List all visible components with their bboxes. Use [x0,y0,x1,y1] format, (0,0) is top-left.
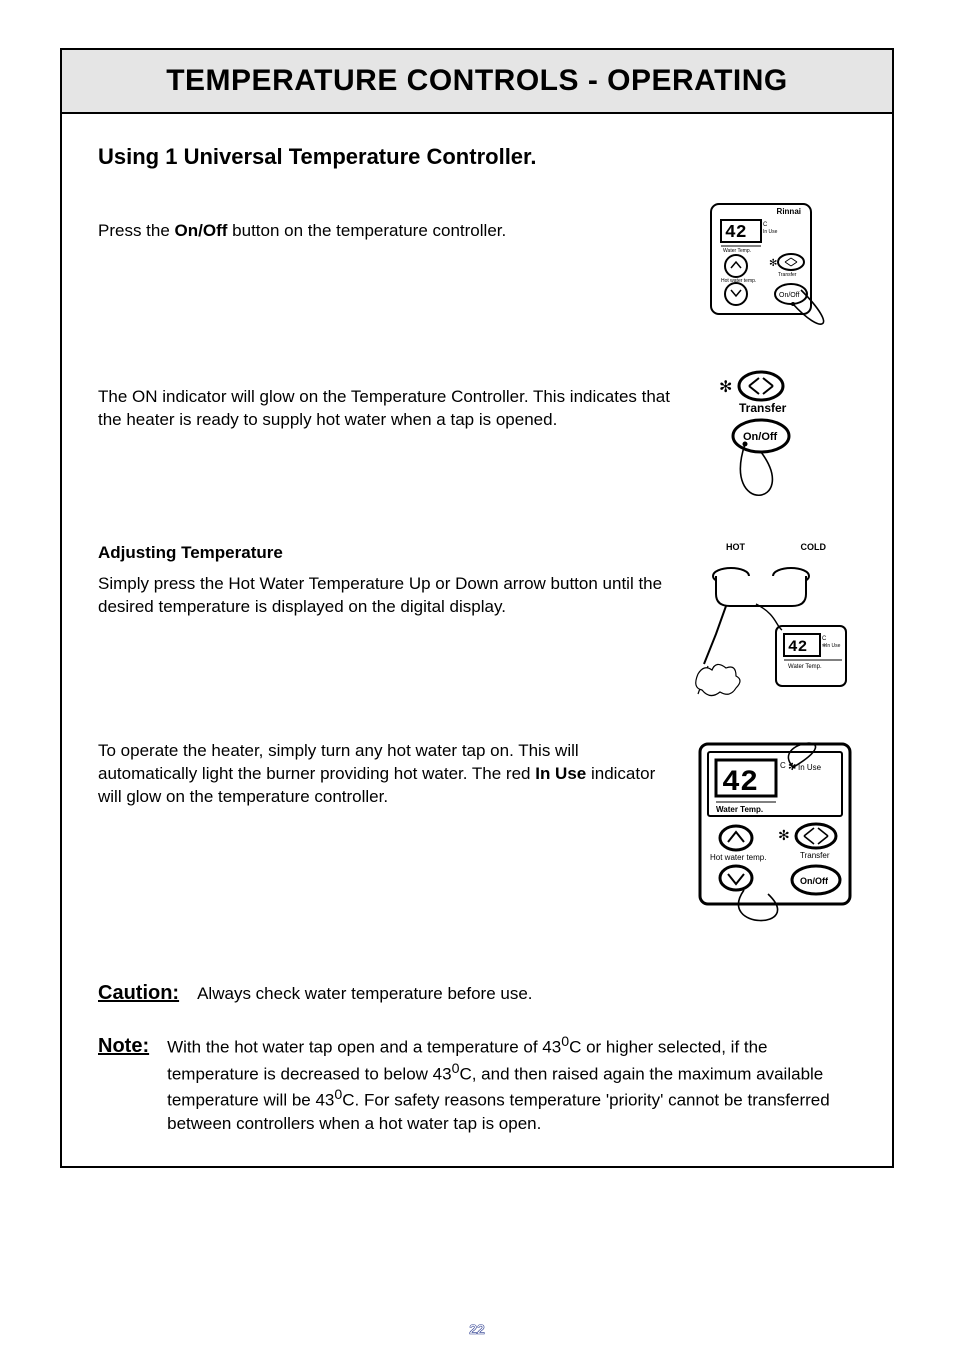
step-1-text: Press the On/Off button on the temperatu… [98,200,676,243]
step-4-bold: In Use [535,764,586,783]
step-4-text: To operate the heater, simply turn any h… [98,740,676,809]
step-1-post: button on the temperature controller. [227,221,506,240]
onoff-closeup-svg: ✻ Transfer On/Off [701,366,851,516]
step-4-a: To operate the heater, simply turn any h… [98,741,579,783]
step-4-row: To operate the heater, simply turn any h… [98,740,856,920]
cold-label: COLD [801,542,827,552]
caution-text: Always check water temperature before us… [197,980,532,1006]
svg-text:✻: ✻ [778,827,790,843]
page-frame: TEMPERATURE CONTROLS - OPERATING Using 1… [60,48,894,1168]
step-2-row: The ON indicator will glow on the Temper… [98,366,856,516]
hot-label: HOT [726,542,745,552]
svg-text:✻: ✻ [769,258,777,269]
lcd-temp-value: 42 [725,223,747,243]
step-1-row: Press the On/Off button on the temperatu… [98,200,856,340]
lcd-c-2: C [822,636,827,642]
step-3-body: Simply press the Hot Water Temperature U… [98,574,662,616]
onoff-label-1: On/Off [779,292,800,299]
svg-text:✻: ✻ [719,379,732,396]
lcd-c: C [763,222,768,228]
transfer-label-2: Transfer [739,401,787,415]
lcd-temp-value-3: 42 [722,766,758,800]
note-label: Note: [98,1033,149,1060]
transfer-3: Transfer [800,851,830,860]
subtitle: Using 1 Universal Temperature Controller… [98,144,856,170]
step-3-diagram: HOT COLD [696,542,856,714]
caution-row: Caution: Always check water temperature … [98,980,856,1007]
transfer-label-1: Transfer [778,272,797,278]
hwt-label: Hot water temp. [721,278,756,284]
water-temp-2: Water Temp. [788,664,822,670]
step-2-diagram: ✻ Transfer On/Off [696,366,856,516]
controller-full-svg: Rinnai 42 C In Use Water Temp. Hot w [701,200,851,340]
step-2-text: The ON indicator will glow on the Temper… [98,366,676,432]
step-4-diagram: 42 C ✻ In Use Water Temp. Hot water temp… [696,740,856,920]
adjusting-heading: Adjusting Temperature [98,542,676,565]
tap-svg: 42 C ✻ In Use Water Temp. [696,554,856,714]
lcd-temp-value-2: 42 [788,638,807,656]
page-title: TEMPERATURE CONTROLS - OPERATING [72,64,882,98]
section-title-bar: TEMPERATURE CONTROLS - OPERATING [62,50,892,114]
note-a: With the hot water tap open and a temper… [167,1038,561,1057]
controller-large-svg: 42 C ✻ In Use Water Temp. Hot water temp… [696,740,856,920]
page-number: 22 [0,1321,954,1337]
manual-page: TEMPERATURE CONTROLS - OPERATING Using 1… [0,0,954,1351]
caution-label: Caution: [98,980,179,1007]
page-body: Using 1 Universal Temperature Controller… [62,114,892,1166]
step-3-text: Adjusting Temperature Simply press the H… [98,542,676,619]
step-1-bold: On/Off [175,221,228,240]
note-row: Note: With the hot water tap open and a … [98,1033,856,1136]
step-1-pre: Press the [98,221,175,240]
tap-labels: HOT COLD [726,542,826,552]
step-1-diagram: Rinnai 42 C In Use Water Temp. Hot w [696,200,856,340]
onoff-3: On/Off [800,876,829,886]
inuse-3: In Use [798,763,822,772]
brand-label: Rinnai [777,207,801,216]
hwt-label-2: Hot water temp. [710,853,766,862]
water-temp-3: Water Temp. [716,805,763,814]
lcd-inuse: In Use [763,229,778,235]
inuse-2: In Use [826,643,841,649]
step-3-row: Adjusting Temperature Simply press the H… [98,542,856,714]
lcd-c-3: C [780,761,786,770]
lcd-water-temp: Water Temp. [723,248,751,254]
onoff-label-2: On/Off [743,431,778,443]
note-body: With the hot water tap open and a temper… [167,1033,856,1136]
